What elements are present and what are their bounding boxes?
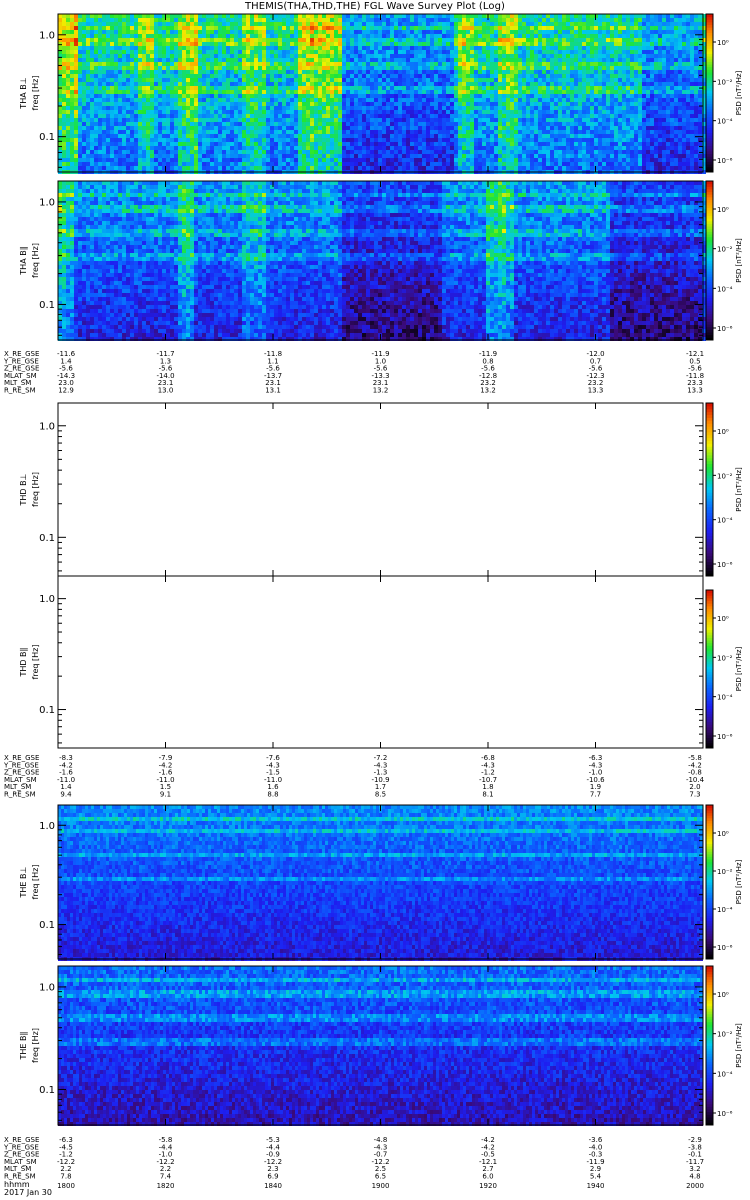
ephemeris-value: 9.1 [160,791,171,799]
panel-probe-label: THE B⊥ [19,866,28,898]
y-tick-label: 1.0 [39,421,55,432]
x-tick-label: 1840 [264,1182,282,1190]
spectrogram-the-bperp [58,805,703,961]
ephemeris-value: 7.3 [689,791,700,799]
panel-probe-label: THD B∥ [19,647,28,677]
y-tick-label: 0.1 [39,533,55,544]
x-tick-label: 1800 [57,1182,75,1190]
colorbar-tick-label: 10⁻⁶ [717,1110,733,1118]
ephemeris-value: 13.3 [588,387,604,395]
colorbar-tick-label: 10⁰ [717,615,729,623]
colorbar-tick-label: 10⁻⁴ [717,118,733,126]
colorbar-tick-label: 10⁻² [717,654,733,662]
ephemeris-row-label: R_RE_SM [4,387,36,395]
colorbar-tick-label: 10⁰ [717,830,729,838]
footer-date: 2017 Jan 30 [4,1189,52,1197]
colorbar-tick-label: 10⁻⁶ [717,325,733,333]
colorbar-tick-label: 10⁻⁴ [717,1070,733,1078]
panel-freq-label: freq [Hz] [31,1028,40,1063]
ephemeris-value: 4.8 [689,1173,700,1181]
y-tick-label: 1.0 [39,982,55,993]
y-tick-label: 0.1 [39,300,55,311]
x-tick-label: 1820 [157,1182,175,1190]
colorbar-tick-label: 10⁰ [717,39,729,47]
y-tick-label: 0.1 [39,1085,55,1096]
colorbar-tick-label: 10⁻⁴ [717,694,733,702]
x-tick-label: 1920 [479,1182,497,1190]
colorbar-tick-label: 10⁻² [717,472,733,480]
panel-probe-label: THA B∥ [19,246,28,275]
ephemeris-value: 6.5 [375,1173,386,1181]
panel-freq-label: freq [Hz] [31,472,40,507]
colorbar-tick-label: 10⁰ [717,428,729,436]
colorbar-label: PSD [nT²/Hz] [735,238,743,283]
ephemeris-value: 7.4 [160,1173,172,1181]
colorbar-tick-label: 10⁻² [717,246,733,254]
colorbar-label: PSD [nT²/Hz] [735,646,743,691]
panel-probe-label: THE B∥ [19,1032,28,1061]
y-tick-label: 1.0 [39,594,55,605]
colorbar-tick-label: 10⁻⁴ [717,906,733,914]
colorbar-label: PSD [nT²/Hz] [735,467,743,512]
ephemeris-value: 13.1 [265,387,281,395]
colorbar [706,590,713,749]
panel-freq-label: freq [Hz] [31,76,40,111]
y-tick-label: 0.1 [39,132,55,143]
ephemeris-value: 12.9 [58,387,74,395]
y-tick-label: 1.0 [39,30,55,41]
spectrogram-tha-bperp [58,14,706,174]
colorbar [706,14,713,173]
colorbar-tick-label: 10⁻² [717,868,733,876]
panel-frame [57,575,704,749]
colorbar [706,181,713,341]
y-tick-label: 0.1 [39,705,55,716]
ephemeris-value: 13.2 [480,387,496,395]
x-tick-label: 2000 [686,1182,704,1190]
x-tick-label: 1900 [372,1182,390,1190]
wave-survey-chart: 0.11.0THA B⊥ freq [Hz]0.11.0THA B∥ freq [H… [3,13,743,1190]
y-tick-label: 1.0 [39,197,55,208]
colorbar-label: PSD [nT²/Hz] [735,859,743,904]
colorbar-label: PSD [nT²/Hz] [735,70,743,115]
spectrogram-the-bpar [58,966,703,1126]
colorbar [706,966,713,1126]
y-tick-label: 0.1 [39,920,55,931]
colorbar-tick-label: 10⁻⁶ [717,561,733,569]
ephemeris-value: 6.9 [267,1173,278,1181]
ephemeris-value: 9.4 [60,791,72,799]
colorbar-tick-label: 10⁰ [717,206,729,214]
colorbar-label: PSD [nT²/Hz] [735,1023,743,1068]
panel-freq-label: freq [Hz] [31,865,40,900]
ephemeris-value: 5.4 [590,1173,602,1181]
panel-probe-label: THD B⊥ [19,473,28,506]
colorbar-tick-label: 10⁰ [717,991,729,999]
colorbar [706,403,713,577]
ephemeris-value: 7.8 [60,1173,71,1181]
panel-probe-label: THA B⊥ [19,77,28,109]
panel-freq-label: freq [Hz] [31,243,40,278]
ephemeris-value: 8.1 [482,791,493,799]
y-tick-label: 1.0 [39,821,55,832]
ephemeris-value: 13.0 [158,387,174,395]
colorbar-tick-label: 10⁻⁶ [717,733,733,741]
spectrogram-tha-bpar [58,181,706,341]
colorbar-tick-label: 10⁻² [717,78,733,86]
ephemeris-value: 13.2 [373,387,389,395]
ephemeris-value: 8.5 [375,791,386,799]
colorbar-tick-label: 10⁻² [717,1031,733,1039]
ephemeris-value: 8.8 [267,791,278,799]
ephemeris-value: 13.3 [687,387,703,395]
panel-freq-label: freq [Hz] [31,645,40,680]
colorbar [706,805,713,960]
colorbar-tick-label: 10⁻⁴ [717,285,733,293]
x-tick-label: 1940 [587,1182,605,1190]
panel-frame [57,402,704,577]
colorbar-tick-label: 10⁻⁶ [717,157,733,165]
colorbar-tick-label: 10⁻⁶ [717,944,733,952]
ephemeris-value: 7.7 [590,791,601,799]
ephemeris-value: 6.0 [482,1173,493,1181]
colorbar-tick-label: 10⁻⁴ [717,517,733,525]
ephemeris-row-label: R_RE_SM [4,791,36,799]
